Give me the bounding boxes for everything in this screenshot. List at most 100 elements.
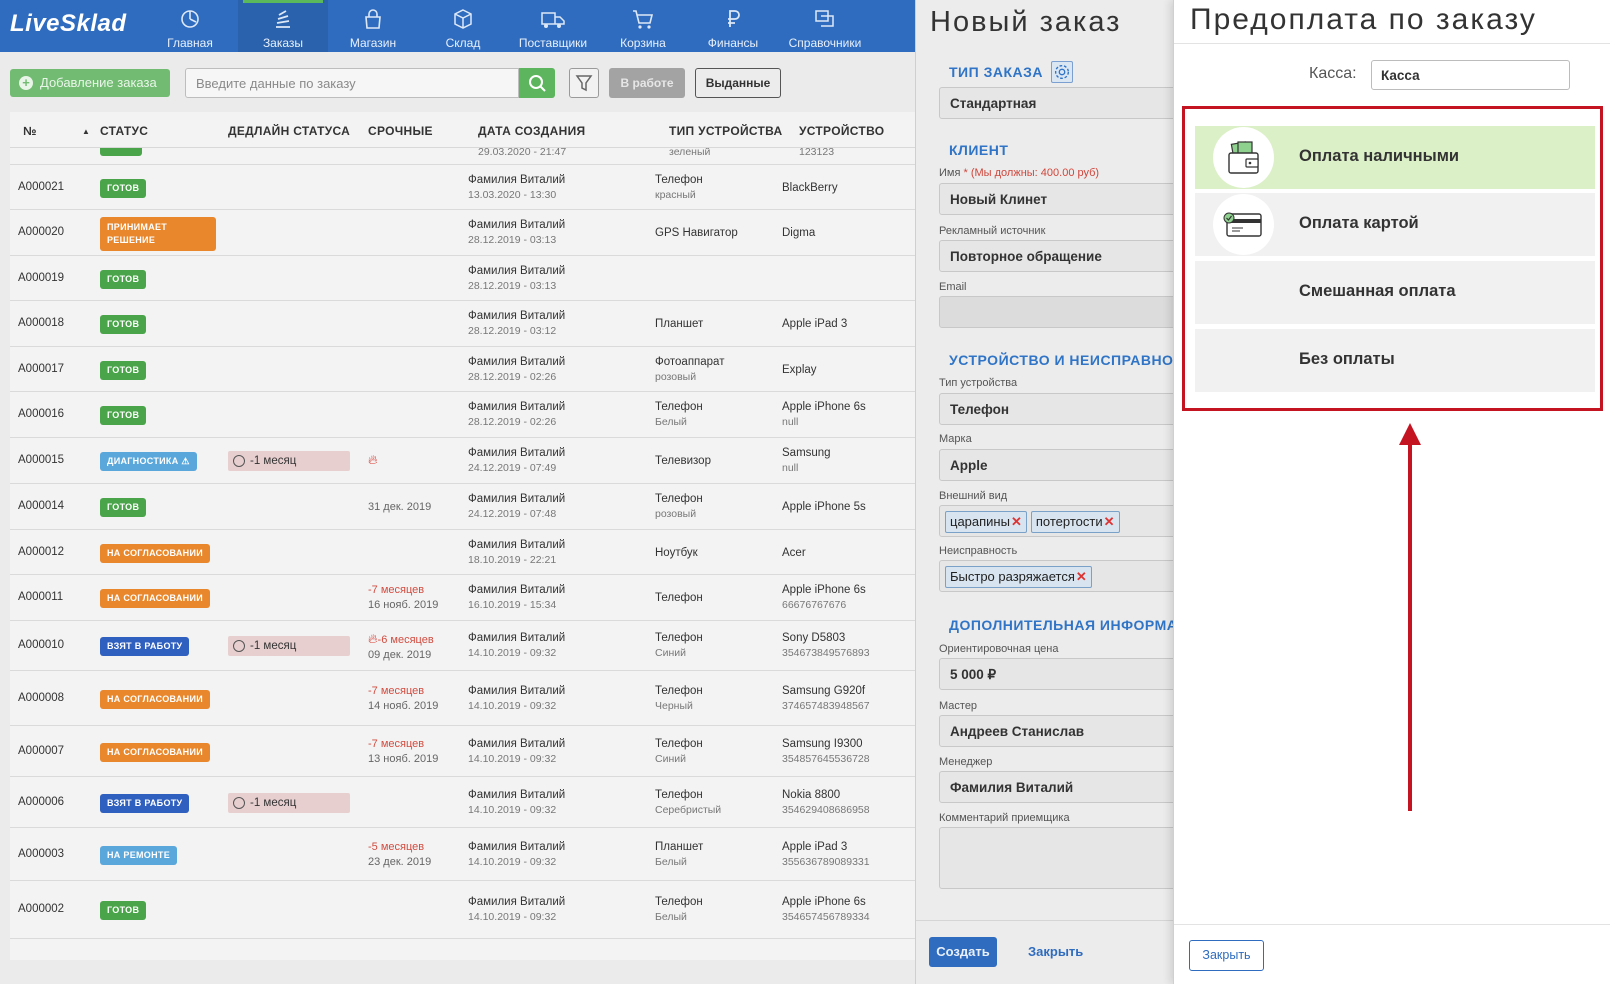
nav-item-home[interactable]: Главная	[145, 0, 235, 52]
payment-option-none[interactable]: Без оплаты	[1195, 329, 1595, 392]
gear-icon[interactable]	[1051, 61, 1074, 83]
remove-tag-icon[interactable]: ✕	[1076, 569, 1087, 584]
fault-tags-field[interactable]: Быстро разряжается✕	[939, 560, 1173, 592]
status-badge[interactable]: ГОТОВ	[100, 315, 147, 334]
payment-option-cash[interactable]: Оплата наличными	[1195, 126, 1595, 189]
order-number[interactable]: A000016	[18, 408, 64, 420]
close-order-button[interactable]: Закрыть	[1028, 937, 1083, 967]
app-logo[interactable]: LiveSklad	[10, 10, 127, 38]
device-cell: Samsung null	[782, 446, 831, 476]
table-row[interactable]: A000016 ГОТОВ Фамилия Виталий 28.12.2019 - …	[10, 392, 915, 438]
add-order-button[interactable]: + Добавление заказа	[10, 69, 170, 97]
status-badge[interactable]: ГОТОВ	[100, 269, 147, 289]
brand-field[interactable]: Apple	[939, 449, 1173, 481]
status-badge[interactable]: НА РЕМОНТЕ	[100, 845, 178, 865]
manager-select[interactable]: Фамилия Виталий	[939, 771, 1173, 803]
status-badge[interactable]: ВЗЯТ В РАБОТУ	[100, 793, 190, 813]
nav-item-cart[interactable]: Корзина	[598, 0, 688, 52]
status-badge[interactable]: ВЗЯТ В РАБОТУ	[100, 637, 190, 656]
table-row[interactable]: A000003 НА РЕМОНТЕ -5 месяцев 23 дек. 2019 Ф…	[10, 828, 915, 881]
remove-tag-icon[interactable]: ✕	[1011, 514, 1022, 529]
status-badge[interactable]: НА СОГЛАСОВАНИИ	[100, 689, 211, 709]
order-number[interactable]: A000018	[18, 317, 64, 329]
price-field[interactable]: 5 000 ₽	[939, 658, 1173, 690]
status-badge[interactable]: НА СОГЛАСОВАНИИ	[100, 742, 211, 762]
order-number[interactable]: A000006	[18, 796, 64, 808]
column-header-urgent[interactable]: СРОЧНЫЕ	[368, 124, 433, 138]
cash-register-select[interactable]: Касса	[1371, 60, 1570, 90]
column-header-device[interactable]: УСТРОЙСТВО	[799, 124, 884, 138]
nav-item-suppliers[interactable]: Поставщики	[508, 0, 598, 52]
status-badge[interactable]: ГОТОВ	[100, 901, 147, 920]
nav-item-reference[interactable]: Справочники	[780, 0, 870, 52]
status-badge[interactable]: НА СОГЛАСОВАНИИ	[100, 589, 211, 608]
order-number[interactable]: A000012	[18, 546, 64, 558]
order-number[interactable]: A000019	[18, 272, 64, 284]
comment-textarea[interactable]	[939, 827, 1173, 889]
column-header-num[interactable]: №	[23, 124, 37, 138]
payment-option-card[interactable]: Оплата картой	[1195, 193, 1595, 256]
column-header-device-type[interactable]: ТИП УСТРОЙСТВА	[669, 124, 783, 138]
nav-item-orders[interactable]: Заказы	[238, 0, 328, 52]
order-number[interactable]: A000014	[18, 500, 64, 512]
order-number[interactable]: A000015	[18, 454, 64, 466]
table-row-partial[interactable]: 29.03.2020 - 21:47 зеленый 123123	[10, 148, 915, 165]
nav-item-store[interactable]: Магазин	[328, 0, 418, 52]
column-header-deadline[interactable]: ДЕДЛАЙН СТАТУСА	[228, 124, 350, 138]
create-order-button[interactable]: Создать	[929, 937, 997, 967]
ad-source-field[interactable]: Повторное обращение	[939, 240, 1173, 272]
order-number[interactable]: A000008	[18, 692, 64, 704]
email-field[interactable]	[939, 296, 1173, 328]
in-work-filter-button[interactable]: В работе	[609, 68, 685, 98]
table-row[interactable]: A000014 ГОТОВ 31 дек. 2019 Фамилия Виталий 2…	[10, 484, 915, 530]
payment-option-mixed[interactable]: Смешанная оплата	[1195, 261, 1595, 324]
tag-fault: Быстро разряжается✕	[945, 566, 1092, 588]
table-row[interactable]: A000011 НА СОГЛАСОВАНИИ -7 месяцев 16 нояб.…	[10, 575, 915, 621]
table-row[interactable]: A000002 ГОТОВ Фамилия Виталий 14.10.2019 - …	[10, 881, 915, 939]
status-badge[interactable]: ПРИНИМАЕТ РЕШЕНИЕ	[100, 217, 216, 251]
order-search-input[interactable]: Введите данные по заказу	[185, 68, 519, 98]
status-badge[interactable]: ГОТОВ	[100, 406, 147, 425]
table-row[interactable]: A000015 ДИАГНОСТИКА ⚠ -1 месяц 🔥︎ Фамилия Ви…	[10, 438, 915, 484]
device-type-field[interactable]: Телефон	[939, 393, 1173, 425]
order-number[interactable]: A000011	[18, 591, 63, 603]
nav-item-finance[interactable]: Финансы	[688, 0, 778, 52]
table-row[interactable]: A000021 ГОТОВ Фамилия Виталий 13.03.2020 - …	[10, 165, 915, 210]
status-badge[interactable]: НА СОГЛАСОВАНИИ	[100, 543, 211, 563]
order-number[interactable]: A000003	[18, 848, 64, 860]
close-prepayment-button[interactable]: Закрыть	[1189, 940, 1264, 971]
issued-filter-button[interactable]: Выданные	[695, 68, 781, 98]
appearance-tags-field[interactable]: царапины✕ потертости✕	[939, 505, 1173, 537]
order-number[interactable]: A000007	[18, 745, 64, 757]
order-type-select[interactable]: Стандартная	[939, 87, 1173, 119]
table-row[interactable]: A000012 НА СОГЛАСОВАНИИ Фамилия Виталий 18.…	[10, 530, 915, 575]
sort-asc-icon[interactable]: ▲	[82, 127, 90, 136]
table-row[interactable]: A000020 ПРИНИМАЕТ РЕШЕНИЕ Фамилия Виталий 2…	[10, 210, 915, 256]
client-name-field[interactable]: Новый Клинет	[939, 183, 1173, 215]
order-number[interactable]: A000002	[18, 903, 64, 915]
status-badge[interactable]: ГОТОВ	[100, 360, 147, 380]
column-header-status[interactable]: СТАТУС	[100, 124, 148, 138]
tag-appearance: царапины✕	[945, 511, 1027, 533]
table-row[interactable]: A000010 ВЗЯТ В РАБОТУ -1 месяц 🔥︎-6 месяцев…	[10, 621, 915, 671]
table-row[interactable]: A000019 ГОТОВ Фамилия Виталий 28.12.2019 - …	[10, 256, 915, 301]
order-number[interactable]: A000010	[18, 639, 64, 651]
filter-button[interactable]	[569, 68, 599, 98]
table-row[interactable]: A000007 НА СОГЛАСОВАНИИ -7 месяцев 13 нояб.…	[10, 726, 915, 777]
order-number[interactable]: A000017	[18, 363, 64, 375]
order-number[interactable]: A000021	[18, 181, 64, 193]
table-row[interactable]: A000008 НА СОГЛАСОВАНИИ -7 месяцев 14 нояб.…	[10, 671, 915, 726]
status-badge[interactable]: ГОТОВ	[100, 178, 147, 198]
table-row[interactable]: A000018 ГОТОВ Фамилия Виталий 28.12.2019 - …	[10, 301, 915, 347]
column-header-created[interactable]: ДАТА СОЗДАНИЯ	[478, 124, 585, 138]
search-button[interactable]	[519, 68, 555, 98]
status-badge[interactable]: ДИАГНОСТИКА ⚠	[100, 452, 197, 471]
master-select[interactable]: Андреев Станислав	[939, 715, 1173, 747]
table-row[interactable]: A000017 ГОТОВ Фамилия Виталий 28.12.2019 - …	[10, 347, 915, 392]
nav-item-warehouse[interactable]: Склад	[418, 0, 508, 52]
remove-tag-icon[interactable]: ✕	[1104, 514, 1115, 529]
status-badge[interactable]: ГОТОВ	[100, 498, 147, 517]
order-number[interactable]: A000020	[18, 226, 64, 238]
table-row[interactable]: A000006 ВЗЯТ В РАБОТУ -1 месяц Фамилия Вита…	[10, 777, 915, 828]
device-serial: 354857645536728	[782, 752, 870, 765]
